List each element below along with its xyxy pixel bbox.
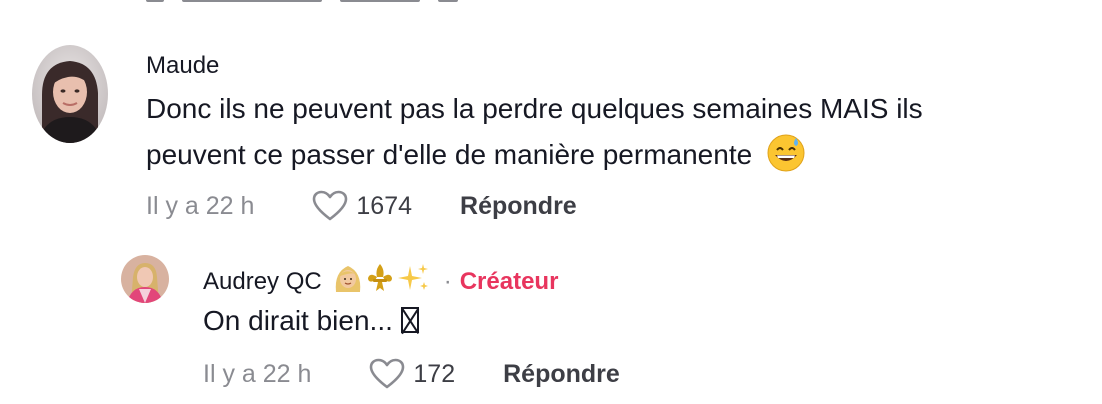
missing-glyph-icon [400, 307, 419, 333]
reply-text: On dirait bien... [203, 298, 419, 344]
reply-timestamp: Il y a 22 h [203, 359, 312, 388]
creator-badge: Créateur [459, 267, 559, 295]
reply-username[interactable]: Audrey QC [203, 268, 322, 296]
comment-username[interactable]: Maude [146, 52, 219, 80]
comment-text-line-1: Donc ils ne peuvent pas la perdre quelqu… [146, 93, 923, 124]
woman-blond-emoji-icon [332, 262, 364, 301]
reply-avatar[interactable] [121, 255, 169, 303]
comment-text: Donc ils ne peuvent pas la perdre quelqu… [146, 86, 923, 181]
comment-timestamp: Il y a 22 h [146, 191, 255, 220]
fleur-de-lis-emoji-icon [364, 262, 396, 301]
previous-comment-meta-cutoff [146, 0, 566, 4]
comment-meta: Il y a 22 h 1674 Répondre [146, 190, 577, 222]
reply-header: Audrey QC · Créateur [203, 262, 558, 301]
reply-reply-button[interactable]: Répondre [503, 360, 620, 389]
heart-icon [313, 190, 348, 221]
grinning-sweat-emoji-icon [760, 133, 806, 181]
like-button[interactable]: 1674 [312, 190, 412, 222]
separator-dot: · [443, 267, 452, 295]
comment-text-line-2-text: peuvent ce passer d'elle de manière perm… [146, 139, 753, 170]
like-count: 1674 [356, 191, 413, 220]
reply-like-count: 172 [413, 359, 456, 388]
reply-text-content: On dirait bien... [203, 305, 393, 336]
reply-button[interactable]: Répondre [460, 192, 577, 221]
comment-text-line-2: peuvent ce passer d'elle de manière perm… [146, 132, 923, 181]
reply-meta: Il y a 22 h 172 Répondre [203, 358, 620, 390]
reply-like-button[interactable]: 172 [369, 358, 455, 390]
avatar[interactable] [32, 45, 108, 143]
sparkles-emoji-icon [396, 262, 430, 301]
heart-icon [370, 358, 405, 389]
